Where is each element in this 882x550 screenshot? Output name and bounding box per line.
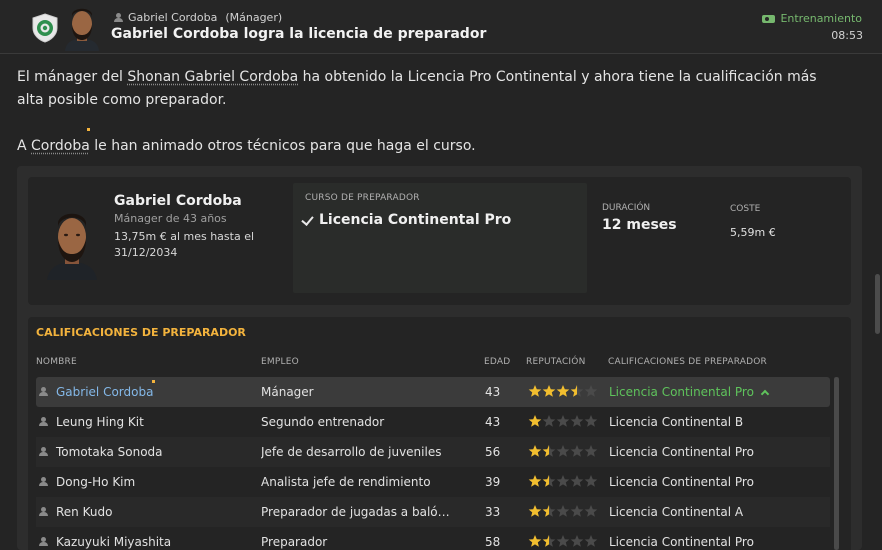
page-scrollbar[interactable] xyxy=(866,164,882,550)
column-header-qualifications[interactable]: CALIFICACIONES DE PREPARADOR xyxy=(608,357,767,367)
qualification-text: Licencia Continental Pro xyxy=(609,385,754,399)
summary-contract: 13,75m € al mes hasta el 31/12/2034 xyxy=(114,230,255,259)
table-scrollbar[interactable] xyxy=(834,377,839,550)
person-icon xyxy=(39,387,48,396)
staff-name[interactable]: Dong-Ho Kim xyxy=(56,475,135,489)
table-row[interactable]: Ren Kudo Preparador de jugadas a balón… 33… xyxy=(36,497,830,527)
column-header-age[interactable]: EDAD xyxy=(484,357,510,367)
staff-age: 43 xyxy=(485,415,501,429)
person-icon xyxy=(114,13,123,22)
staff-qualification: Licencia Continental Pro xyxy=(609,475,754,489)
staff-age: 33 xyxy=(485,505,501,519)
reputation-stars-icon xyxy=(528,414,598,431)
staff-name[interactable]: Leung Hing Kit xyxy=(56,415,144,429)
person-icon xyxy=(39,417,48,426)
course-label: CURSO DE PREPARADOR xyxy=(305,193,420,203)
chevron-up-icon[interactable] xyxy=(760,389,770,399)
staff-job: Analista jefe de rendimiento xyxy=(261,475,431,489)
staff-job: Jefe de desarrollo de juveniles xyxy=(261,445,442,459)
qualification-text: Licencia Continental Pro xyxy=(609,535,754,549)
manager-avatar[interactable] xyxy=(62,5,102,51)
column-header-job[interactable]: EMPLEO xyxy=(261,357,299,367)
text-cursor-marker xyxy=(152,380,155,383)
club-manager-link[interactable]: Shonan Gabriel Cordoba xyxy=(127,69,298,85)
text: A xyxy=(17,138,32,154)
text: le han animado otros técnicos para que h… xyxy=(89,138,476,154)
person-icon xyxy=(39,477,48,486)
scrollbar-thumb[interactable] xyxy=(875,274,880,334)
paragraph-2: A Cordoba le han animado otros técnicos … xyxy=(17,135,847,158)
message-subject: Gabriel Cordoba logra la licencia de pre… xyxy=(111,26,487,42)
cost-value: 5,59m € xyxy=(730,226,776,239)
table-row[interactable]: Dong-Ho Kim Analista jefe de rendimiento 3… xyxy=(36,467,830,497)
staff-age: 43 xyxy=(485,385,501,399)
person-icon xyxy=(39,507,48,516)
summary-age: Mánager de 43 años xyxy=(114,212,227,225)
sender-name[interactable]: Gabriel Cordoba xyxy=(128,11,217,24)
reputation-stars-icon xyxy=(528,504,598,521)
staff-qualification: Licencia Continental Pro xyxy=(609,535,754,549)
staff-age: 39 xyxy=(485,475,501,489)
paragraph-1: El mánager del Shonan Gabriel Cordoba ha… xyxy=(17,66,847,112)
sender-role: (Mánager) xyxy=(225,11,283,24)
club-crest-icon[interactable] xyxy=(31,13,59,43)
course-value: Licencia Continental Pro xyxy=(302,212,511,228)
cost-label: COSTE xyxy=(730,204,761,214)
summary-name[interactable]: Gabriel Cordoba xyxy=(114,193,242,209)
reputation-stars-icon xyxy=(528,474,598,491)
staff-job: Preparador de jugadas a balón… xyxy=(261,505,456,519)
check-icon xyxy=(302,214,314,226)
reputation-stars-icon xyxy=(528,534,598,550)
staff-age: 58 xyxy=(485,535,501,549)
staff-name[interactable]: Ren Kudo xyxy=(56,505,112,519)
staff-name[interactable]: Kazuyuki Miyashita xyxy=(56,535,171,549)
training-icon xyxy=(762,14,776,23)
table-row[interactable]: Leung Hing Kit Segundo entrenador 43 Licenc… xyxy=(36,407,830,437)
manager-link[interactable]: Cordoba xyxy=(31,138,90,154)
message-header: Gabriel Cordoba (Mánager) Gabriel Cordob… xyxy=(0,0,882,54)
qualification-text: Licencia Continental A xyxy=(609,505,744,519)
text: El mánager del xyxy=(17,69,128,85)
message-category: Entrenamiento xyxy=(762,12,862,25)
reputation-stars-icon xyxy=(528,384,598,401)
duration-value: 12 meses xyxy=(602,217,677,233)
duration-label: DURACIÓN xyxy=(602,203,651,213)
qualification-text: Licencia Continental B xyxy=(609,415,744,429)
staff-name[interactable]: Gabriel Cordoba xyxy=(56,385,153,399)
column-header-reputation[interactable]: REPUTACIÓN xyxy=(526,357,586,367)
table-scrollbar-thumb[interactable] xyxy=(834,377,839,550)
text-cursor-marker xyxy=(87,128,90,131)
staff-qualification: Licencia Continental B xyxy=(609,415,743,429)
sender-line: Gabriel Cordoba (Mánager) xyxy=(114,11,282,24)
manager-portrait[interactable] xyxy=(45,208,99,280)
qualification-text: Licencia Continental Pro xyxy=(609,475,754,489)
course-name: Licencia Continental Pro xyxy=(319,212,512,228)
person-icon xyxy=(39,447,48,456)
table-title: CALIFICACIONES DE PREPARADOR xyxy=(36,326,246,339)
staff-age: 56 xyxy=(485,445,501,459)
message-time: 08:53 xyxy=(831,29,863,42)
staff-job: Mánager xyxy=(261,385,314,399)
column-header-name[interactable]: NOMBRE xyxy=(36,357,77,367)
staff-job: Preparador xyxy=(261,535,328,549)
staff-job: Segundo entrenador xyxy=(261,415,385,429)
staff-qualification: Licencia Continental A xyxy=(609,505,743,519)
staff-qualification: Licencia Continental Pro xyxy=(609,445,754,459)
reputation-stars-icon xyxy=(528,444,598,461)
category-label: Entrenamiento xyxy=(780,12,862,25)
staff-name[interactable]: Tomotaka Sonoda xyxy=(56,445,163,459)
table-row[interactable]: Gabriel Cordoba Mánager 43 Licencia Contine… xyxy=(36,377,830,407)
person-icon xyxy=(39,537,48,546)
message-body: El mánager del Shonan Gabriel Cordoba ha… xyxy=(17,66,847,158)
table-row[interactable]: Tomotaka Sonoda Jefe de desarrollo de juv… xyxy=(36,437,830,467)
table-row[interactable]: Kazuyuki Miyashita Preparador 58 Licencia C… xyxy=(36,527,830,550)
qualification-text: Licencia Continental Pro xyxy=(609,445,754,459)
staff-qualification: Licencia Continental Pro xyxy=(609,385,770,399)
